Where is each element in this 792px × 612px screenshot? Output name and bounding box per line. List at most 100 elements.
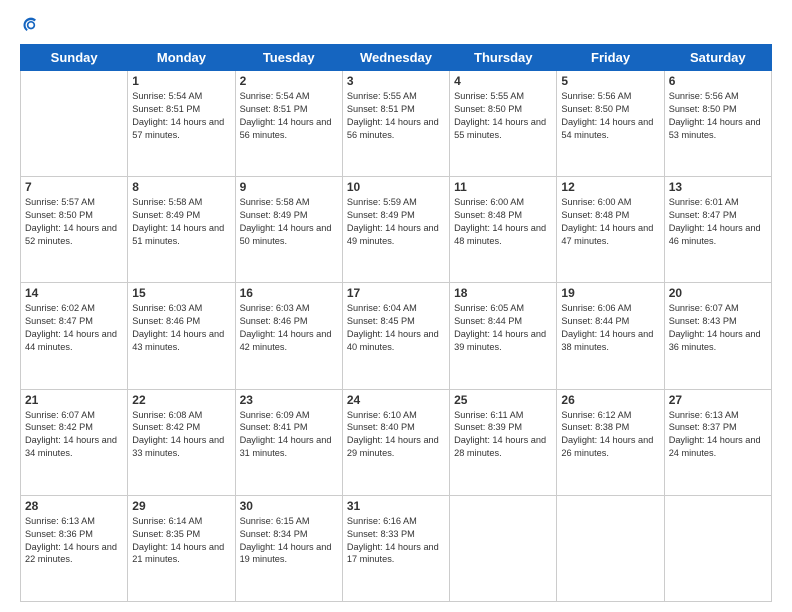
day-cell-27: 27 Sunrise: 6:13 AMSunset: 8:37 PMDayligh… (664, 389, 771, 495)
day-cell-16: 16 Sunrise: 6:03 AMSunset: 8:46 PMDayligh… (235, 283, 342, 389)
day-number: 2 (240, 74, 338, 88)
day-info: Sunrise: 5:56 AMSunset: 8:50 PMDaylight:… (561, 90, 659, 142)
day-number: 26 (561, 393, 659, 407)
day-info: Sunrise: 5:57 AMSunset: 8:50 PMDaylight:… (25, 196, 123, 248)
weekday-header-wednesday: Wednesday (342, 45, 449, 71)
day-cell-22: 22 Sunrise: 6:08 AMSunset: 8:42 PMDayligh… (128, 389, 235, 495)
day-cell-1: 1Sunrise: 5:54 AMSunset: 8:51 PMDaylight… (128, 71, 235, 177)
day-info: Sunrise: 6:00 AMSunset: 8:48 PMDaylight:… (561, 196, 659, 248)
day-info: Sunrise: 6:07 AMSunset: 8:43 PMDaylight:… (669, 302, 767, 354)
week-row-2: 14 Sunrise: 6:02 AMSunset: 8:47 PMDayligh… (21, 283, 772, 389)
day-number: 30 (240, 499, 338, 513)
weekday-header-saturday: Saturday (664, 45, 771, 71)
day-number: 25 (454, 393, 552, 407)
day-info: Sunrise: 6:15 AMSunset: 8:34 PMDaylight:… (240, 515, 338, 567)
day-info: Sunrise: 5:54 AMSunset: 8:51 PMDaylight:… (132, 90, 230, 142)
day-info: Sunrise: 6:02 AMSunset: 8:47 PMDaylight:… (25, 302, 123, 354)
empty-cell (21, 71, 128, 177)
day-number: 19 (561, 286, 659, 300)
day-cell-18: 18Sunrise: 6:05 AMSunset: 8:44 PMDayligh… (450, 283, 557, 389)
day-cell-23: 23 Sunrise: 6:09 AMSunset: 8:41 PMDayligh… (235, 389, 342, 495)
day-cell-2: 2 Sunrise: 5:54 AMSunset: 8:51 PMDaylight… (235, 71, 342, 177)
page: SundayMondayTuesdayWednesdayThursdayFrid… (0, 0, 792, 612)
day-number: 14 (25, 286, 123, 300)
empty-cell (557, 495, 664, 601)
day-cell-15: 15 Sunrise: 6:03 AMSunset: 8:46 PMDayligh… (128, 283, 235, 389)
day-info: Sunrise: 6:13 AMSunset: 8:37 PMDaylight:… (669, 409, 767, 461)
week-row-1: 7 Sunrise: 5:57 AMSunset: 8:50 PMDaylight… (21, 177, 772, 283)
empty-cell (664, 495, 771, 601)
day-number: 27 (669, 393, 767, 407)
day-info: Sunrise: 6:03 AMSunset: 8:46 PMDaylight:… (240, 302, 338, 354)
day-info: Sunrise: 5:58 AMSunset: 8:49 PMDaylight:… (132, 196, 230, 248)
day-info: Sunrise: 6:10 AMSunset: 8:40 PMDaylight:… (347, 409, 445, 461)
day-cell-28: 28Sunrise: 6:13 AMSunset: 8:36 PMDayligh… (21, 495, 128, 601)
day-cell-7: 7 Sunrise: 5:57 AMSunset: 8:50 PMDaylight… (21, 177, 128, 283)
logo-icon (21, 16, 41, 36)
day-info: Sunrise: 6:00 AMSunset: 8:48 PMDaylight:… (454, 196, 552, 248)
day-cell-25: 25 Sunrise: 6:11 AMSunset: 8:39 PMDayligh… (450, 389, 557, 495)
weekday-header-monday: Monday (128, 45, 235, 71)
day-info: Sunrise: 6:03 AMSunset: 8:46 PMDaylight:… (132, 302, 230, 354)
day-number: 4 (454, 74, 552, 88)
day-cell-14: 14 Sunrise: 6:02 AMSunset: 8:47 PMDayligh… (21, 283, 128, 389)
weekday-header-row: SundayMondayTuesdayWednesdayThursdayFrid… (21, 45, 772, 71)
day-number: 16 (240, 286, 338, 300)
empty-cell (450, 495, 557, 601)
weekday-header-friday: Friday (557, 45, 664, 71)
day-cell-10: 10Sunrise: 5:59 AMSunset: 8:49 PMDayligh… (342, 177, 449, 283)
day-cell-9: 9 Sunrise: 5:58 AMSunset: 8:49 PMDaylight… (235, 177, 342, 283)
day-cell-29: 29 Sunrise: 6:14 AMSunset: 8:35 PMDayligh… (128, 495, 235, 601)
day-number: 23 (240, 393, 338, 407)
day-info: Sunrise: 6:06 AMSunset: 8:44 PMDaylight:… (561, 302, 659, 354)
day-cell-12: 12Sunrise: 6:00 AMSunset: 8:48 PMDayligh… (557, 177, 664, 283)
day-info: Sunrise: 6:04 AMSunset: 8:45 PMDaylight:… (347, 302, 445, 354)
day-number: 17 (347, 286, 445, 300)
day-number: 11 (454, 180, 552, 194)
day-cell-8: 8 Sunrise: 5:58 AMSunset: 8:49 PMDaylight… (128, 177, 235, 283)
day-cell-19: 19 Sunrise: 6:06 AMSunset: 8:44 PMDayligh… (557, 283, 664, 389)
day-cell-24: 24Sunrise: 6:10 AMSunset: 8:40 PMDayligh… (342, 389, 449, 495)
day-number: 20 (669, 286, 767, 300)
day-cell-20: 20 Sunrise: 6:07 AMSunset: 8:43 PMDayligh… (664, 283, 771, 389)
week-row-4: 28Sunrise: 6:13 AMSunset: 8:36 PMDayligh… (21, 495, 772, 601)
day-number: 21 (25, 393, 123, 407)
weekday-header-thursday: Thursday (450, 45, 557, 71)
day-number: 6 (669, 74, 767, 88)
day-info: Sunrise: 5:58 AMSunset: 8:49 PMDaylight:… (240, 196, 338, 248)
day-cell-31: 31Sunrise: 6:16 AMSunset: 8:33 PMDayligh… (342, 495, 449, 601)
day-info: Sunrise: 6:05 AMSunset: 8:44 PMDaylight:… (454, 302, 552, 354)
day-cell-26: 26 Sunrise: 6:12 AMSunset: 8:38 PMDayligh… (557, 389, 664, 495)
day-info: Sunrise: 5:55 AMSunset: 8:51 PMDaylight:… (347, 90, 445, 142)
header (20, 16, 772, 36)
day-cell-21: 21 Sunrise: 6:07 AMSunset: 8:42 PMDayligh… (21, 389, 128, 495)
day-info: Sunrise: 5:56 AMSunset: 8:50 PMDaylight:… (669, 90, 767, 142)
day-info: Sunrise: 6:09 AMSunset: 8:41 PMDaylight:… (240, 409, 338, 461)
day-cell-6: 6 Sunrise: 5:56 AMSunset: 8:50 PMDaylight… (664, 71, 771, 177)
day-number: 22 (132, 393, 230, 407)
day-cell-17: 17 Sunrise: 6:04 AMSunset: 8:45 PMDayligh… (342, 283, 449, 389)
day-number: 5 (561, 74, 659, 88)
day-number: 9 (240, 180, 338, 194)
day-cell-5: 5 Sunrise: 5:56 AMSunset: 8:50 PMDaylight… (557, 71, 664, 177)
day-info: Sunrise: 5:54 AMSunset: 8:51 PMDaylight:… (240, 90, 338, 142)
day-cell-30: 30 Sunrise: 6:15 AMSunset: 8:34 PMDayligh… (235, 495, 342, 601)
day-cell-13: 13Sunrise: 6:01 AMSunset: 8:47 PMDayligh… (664, 177, 771, 283)
calendar-table: SundayMondayTuesdayWednesdayThursdayFrid… (20, 44, 772, 602)
day-info: Sunrise: 6:01 AMSunset: 8:47 PMDaylight:… (669, 196, 767, 248)
day-info: Sunrise: 5:59 AMSunset: 8:49 PMDaylight:… (347, 196, 445, 248)
day-info: Sunrise: 6:11 AMSunset: 8:39 PMDaylight:… (454, 409, 552, 461)
day-number: 7 (25, 180, 123, 194)
day-cell-3: 3Sunrise: 5:55 AMSunset: 8:51 PMDaylight… (342, 71, 449, 177)
day-number: 29 (132, 499, 230, 513)
day-info: Sunrise: 6:08 AMSunset: 8:42 PMDaylight:… (132, 409, 230, 461)
day-number: 8 (132, 180, 230, 194)
day-cell-4: 4Sunrise: 5:55 AMSunset: 8:50 PMDaylight… (450, 71, 557, 177)
day-info: Sunrise: 6:12 AMSunset: 8:38 PMDaylight:… (561, 409, 659, 461)
day-info: Sunrise: 6:14 AMSunset: 8:35 PMDaylight:… (132, 515, 230, 567)
day-cell-11: 11 Sunrise: 6:00 AMSunset: 8:48 PMDayligh… (450, 177, 557, 283)
weekday-header-sunday: Sunday (21, 45, 128, 71)
day-number: 15 (132, 286, 230, 300)
day-info: Sunrise: 6:07 AMSunset: 8:42 PMDaylight:… (25, 409, 123, 461)
week-row-3: 21 Sunrise: 6:07 AMSunset: 8:42 PMDayligh… (21, 389, 772, 495)
